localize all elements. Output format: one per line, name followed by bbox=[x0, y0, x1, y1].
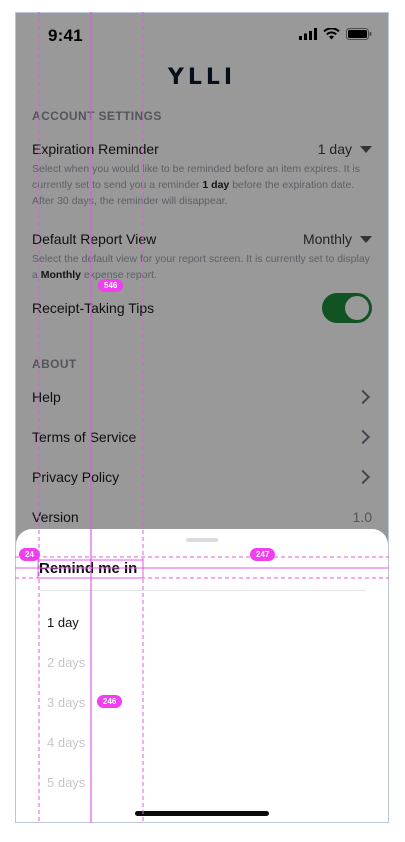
guide-label: 546 bbox=[98, 279, 124, 292]
sheet-title: Remind me in bbox=[39, 560, 138, 577]
picker-option[interactable]: 1 day bbox=[47, 615, 79, 630]
phone-screen: 9:41 YLLI ACCOUNT SETTINGS Expiration Re… bbox=[15, 12, 389, 823]
bottom-sheet: Remind me in 1 day 2 days 3 days 4 days … bbox=[16, 529, 388, 822]
guide-label: 247 bbox=[250, 548, 276, 561]
guide-label: 246 bbox=[97, 695, 123, 708]
sheet-drag-handle[interactable] bbox=[186, 538, 218, 542]
picker-option[interactable]: 3 days bbox=[47, 695, 85, 710]
picker-option[interactable]: 5 days bbox=[47, 775, 85, 790]
picker-option[interactable]: 4 days bbox=[47, 735, 85, 750]
home-indicator bbox=[135, 811, 269, 816]
picker-option[interactable]: 2 days bbox=[47, 655, 85, 670]
sheet-divider bbox=[40, 590, 366, 591]
guide-label: 24 bbox=[19, 548, 40, 561]
